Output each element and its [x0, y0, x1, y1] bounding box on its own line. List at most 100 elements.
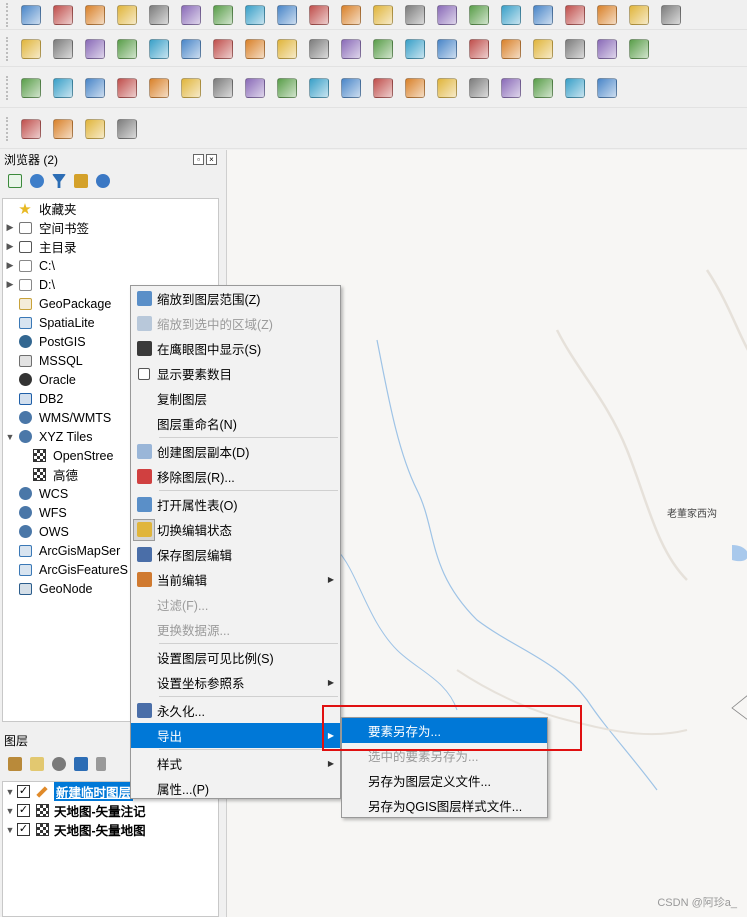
label-button[interactable] [560, 35, 590, 63]
export-submenu-item[interactable]: 另存为QGIS图层样式文件... [342, 793, 547, 818]
context-menu-item[interactable]: 保存图层编辑 [131, 542, 340, 567]
layer-visibility-checkbox[interactable]: ✓ [17, 804, 30, 817]
delete-part-button[interactable] [304, 74, 334, 102]
new-layer-button[interactable] [48, 35, 78, 63]
split-features-button[interactable] [400, 74, 430, 102]
context-menu-item[interactable]: 缩放到图层范围(Z) [131, 286, 340, 311]
offset-curve-button[interactable] [368, 74, 398, 102]
shape-digitize-button[interactable] [48, 74, 78, 102]
expand-arrow-icon[interactable]: ▶ [3, 222, 17, 233]
layer-visibility-checkbox[interactable]: ✓ [17, 785, 30, 798]
context-menu-item[interactable]: 导出 ▶ [131, 723, 340, 748]
processing-toolbox-button[interactable] [48, 115, 78, 143]
zoom-out-button[interactable] [304, 1, 334, 29]
redo-button[interactable] [528, 35, 558, 63]
rotate-point-button[interactable] [528, 74, 558, 102]
rotate-feature-button[interactable] [112, 74, 142, 102]
expand-arrow-icon[interactable]: ▶ [3, 260, 17, 271]
export-submenu-item[interactable]: 另存为图层定义文件... [342, 768, 547, 793]
gps-button[interactable] [144, 35, 174, 63]
collapse-arrow-icon[interactable]: ▼ [3, 432, 17, 442]
context-menu-item[interactable]: 样式 ▶ [131, 751, 340, 776]
toolbar-handle[interactable] [6, 116, 10, 141]
zoom-in-button[interactable] [272, 1, 302, 29]
context-menu-item[interactable]: 在鹰眼图中显示(S) [131, 336, 340, 361]
layer-styling-button[interactable] [16, 115, 46, 143]
pencil-button[interactable] [112, 35, 142, 63]
browser-item[interactable]: ▶ 主目录 [3, 237, 218, 256]
zoom-to-selection-button[interactable] [368, 1, 398, 29]
collapse-arrow-icon[interactable]: ▼ [3, 806, 17, 816]
toolbar-handle[interactable] [6, 2, 10, 27]
temporal-button[interactable] [560, 1, 590, 29]
context-menu-item[interactable]: 复制图层 [131, 386, 340, 411]
toolbar-handle[interactable] [6, 75, 10, 100]
current-edits-button[interactable] [208, 35, 238, 63]
bookmark-button[interactable] [592, 1, 622, 29]
save-as-button[interactable] [112, 1, 142, 29]
add-ring-button[interactable] [176, 74, 206, 102]
cut-button[interactable] [400, 35, 430, 63]
context-menu-item[interactable]: 设置图层可见比例(S) [131, 645, 340, 670]
style-layer-icon[interactable] [8, 757, 22, 771]
context-menu-item[interactable]: 显示要素数目 [131, 361, 340, 386]
zoom-native-button[interactable] [432, 1, 462, 29]
zoom-last-button[interactable] [464, 1, 494, 29]
expression-filter-icon[interactable] [96, 757, 106, 771]
data-source-manager-button[interactable] [16, 35, 46, 63]
magnet-button[interactable] [560, 74, 590, 102]
filter-legend-icon[interactable] [74, 757, 88, 771]
browser-item[interactable]: ▶ 空间书签 [3, 218, 218, 237]
copy-button[interactable] [432, 35, 462, 63]
pan-button[interactable] [208, 1, 238, 29]
context-menu-item[interactable]: 图层重命名(N) [131, 411, 340, 436]
layer-row[interactable]: ▼ ✓ 天地图-矢量注记 [3, 801, 218, 820]
advanced-digitize-button[interactable] [16, 74, 46, 102]
pan-to-selection-button[interactable] [240, 1, 270, 29]
style-manager-button[interactable] [176, 1, 206, 29]
snapping-tracing-button[interactable] [592, 74, 622, 102]
simplify-button[interactable] [144, 74, 174, 102]
move-feature-button[interactable] [80, 74, 110, 102]
context-menu-item[interactable]: 移除图层(R)... [131, 464, 340, 489]
layout-button[interactable] [144, 1, 174, 29]
expand-arrow-icon[interactable]: ▶ [3, 279, 17, 290]
identify-button[interactable] [656, 1, 686, 29]
context-menu-item[interactable]: 切换编辑状态 [131, 517, 340, 542]
merge-features-button[interactable] [464, 74, 494, 102]
visibility-icon[interactable] [52, 757, 66, 771]
label-pin-button[interactable] [624, 35, 654, 63]
delete-button[interactable] [368, 35, 398, 63]
add-layer-icon[interactable] [8, 174, 22, 188]
refresh-icon[interactable] [30, 174, 44, 188]
zoom-next-button[interactable] [496, 1, 526, 29]
layer-visibility-checkbox[interactable]: ✓ [17, 823, 30, 836]
add-part-button[interactable] [208, 74, 238, 102]
add-feature-button[interactable] [336, 35, 366, 63]
save-project-button[interactable] [80, 1, 110, 29]
locate-button[interactable] [80, 115, 110, 143]
open-project-button[interactable] [48, 1, 78, 29]
refresh-button[interactable] [624, 1, 654, 29]
context-menu-item[interactable]: 永久化... [131, 698, 340, 723]
browser-item[interactable]: ★ 收藏夹 [3, 199, 218, 218]
float-panel-icon[interactable]: ▫ [193, 153, 204, 165]
context-menu-item[interactable]: 创建图层副本(D) [131, 439, 340, 464]
context-menu-item[interactable]: 当前编辑 ▶ [131, 567, 340, 592]
paste-button[interactable] [464, 35, 494, 63]
fill-ring-button[interactable] [240, 74, 270, 102]
zoom-full-button[interactable] [336, 1, 366, 29]
toggle-editing-button[interactable] [240, 35, 270, 63]
zoom-to-layer-button[interactable] [400, 1, 430, 29]
context-menu-item[interactable]: 属性...(P) [131, 776, 340, 801]
layers-tree[interactable]: ▼ ✓ 新建临时图层 ▼ ✓ 天地图-矢量注记 ▼ ✓ 天地图-矢量地图 [2, 781, 219, 917]
digitize-button[interactable] [80, 35, 110, 63]
diagram-button[interactable] [592, 35, 622, 63]
context-menu-item[interactable]: 设置坐标参照系 ▶ [131, 670, 340, 695]
info-icon[interactable] [96, 174, 110, 188]
split-parts-button[interactable] [432, 74, 462, 102]
new-project-button[interactable] [16, 1, 46, 29]
add-group-icon[interactable] [30, 757, 44, 771]
browser-item[interactable]: ▶ C:\ [3, 256, 218, 275]
undo-button[interactable] [496, 35, 526, 63]
